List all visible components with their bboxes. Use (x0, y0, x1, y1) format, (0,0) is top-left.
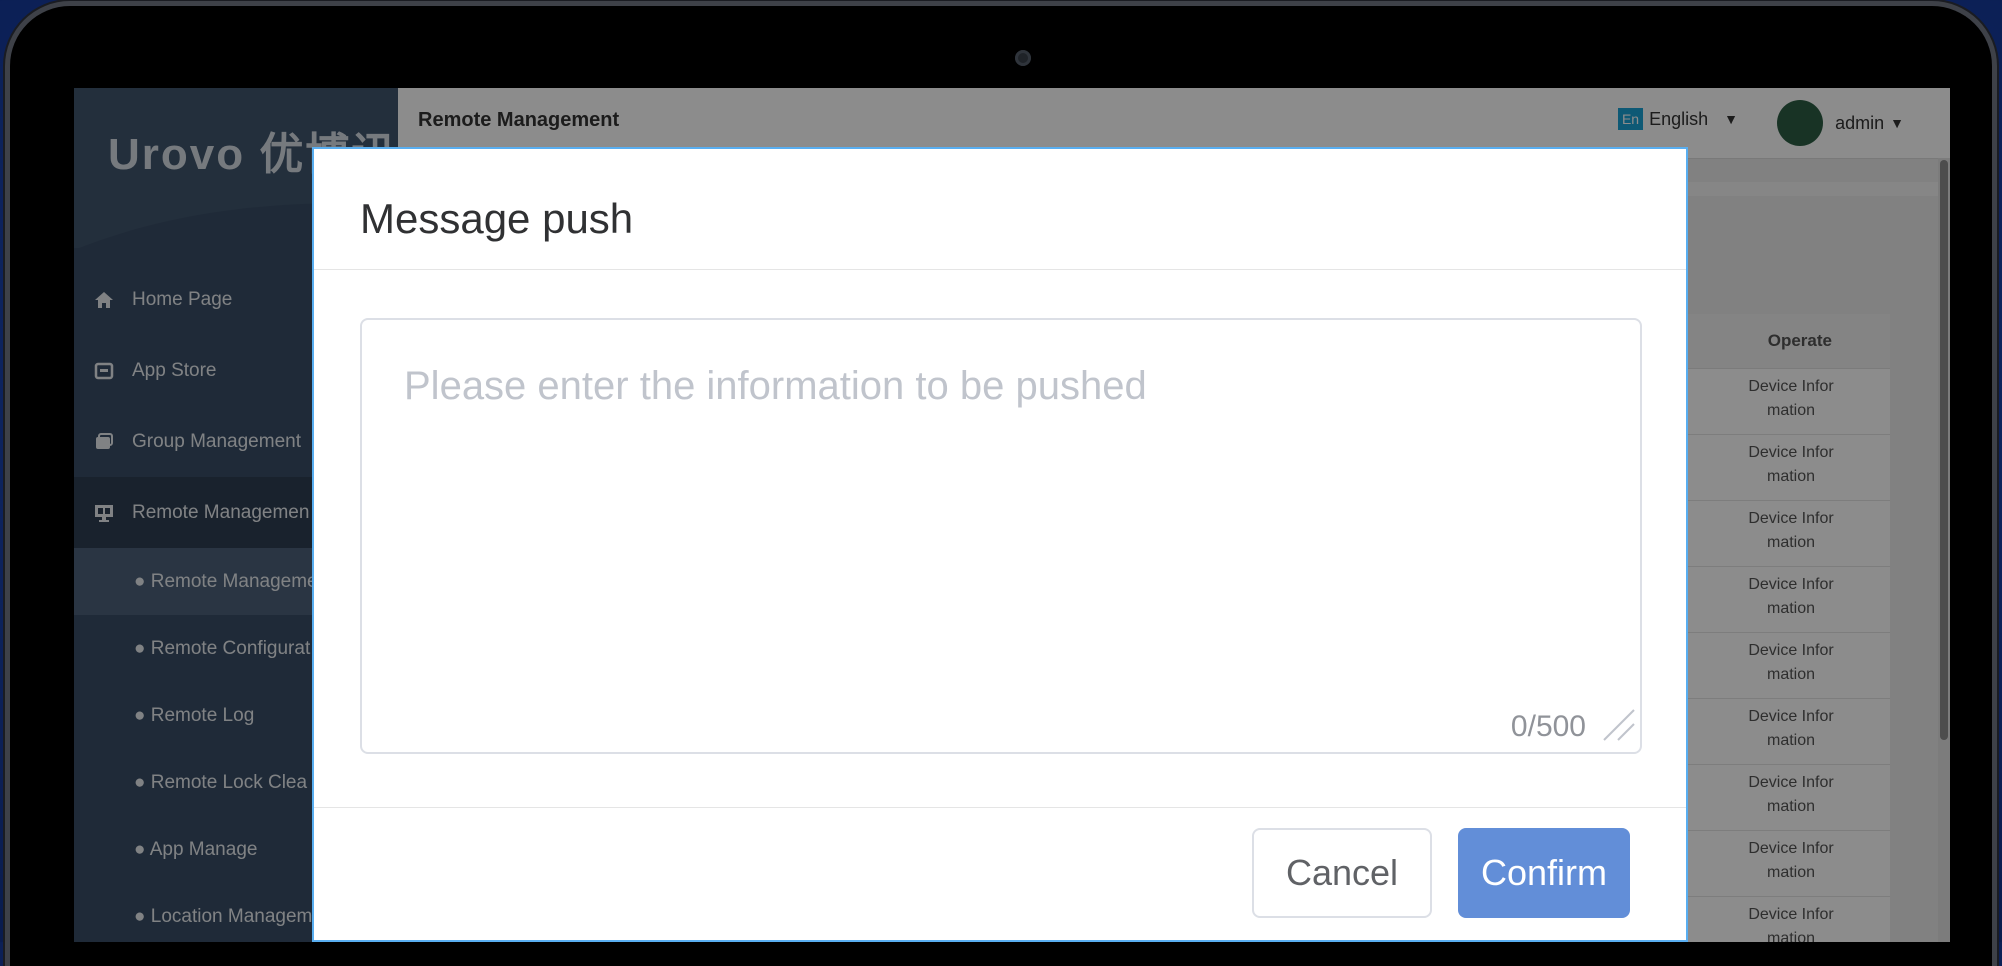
dialog-title: Message push (360, 195, 634, 242)
character-counter: 0/500 (1510, 710, 1586, 743)
dialog-footer: Cancel Confirm (314, 807, 1686, 940)
dialog-body: 0/500 (314, 270, 1686, 808)
app-screen: Urovo 优博讯 Home Page App Store Group Mana… (74, 88, 1950, 942)
confirm-button[interactable]: Confirm (1458, 828, 1630, 918)
camera-icon (1015, 50, 1031, 66)
dialog-header: Message push (314, 149, 1686, 270)
message-textarea[interactable] (360, 318, 1642, 754)
message-push-dialog: Message push 0/500 Cancel Confirm (312, 147, 1688, 942)
cancel-button[interactable]: Cancel (1252, 828, 1432, 918)
resize-handle-icon[interactable] (1600, 706, 1638, 744)
